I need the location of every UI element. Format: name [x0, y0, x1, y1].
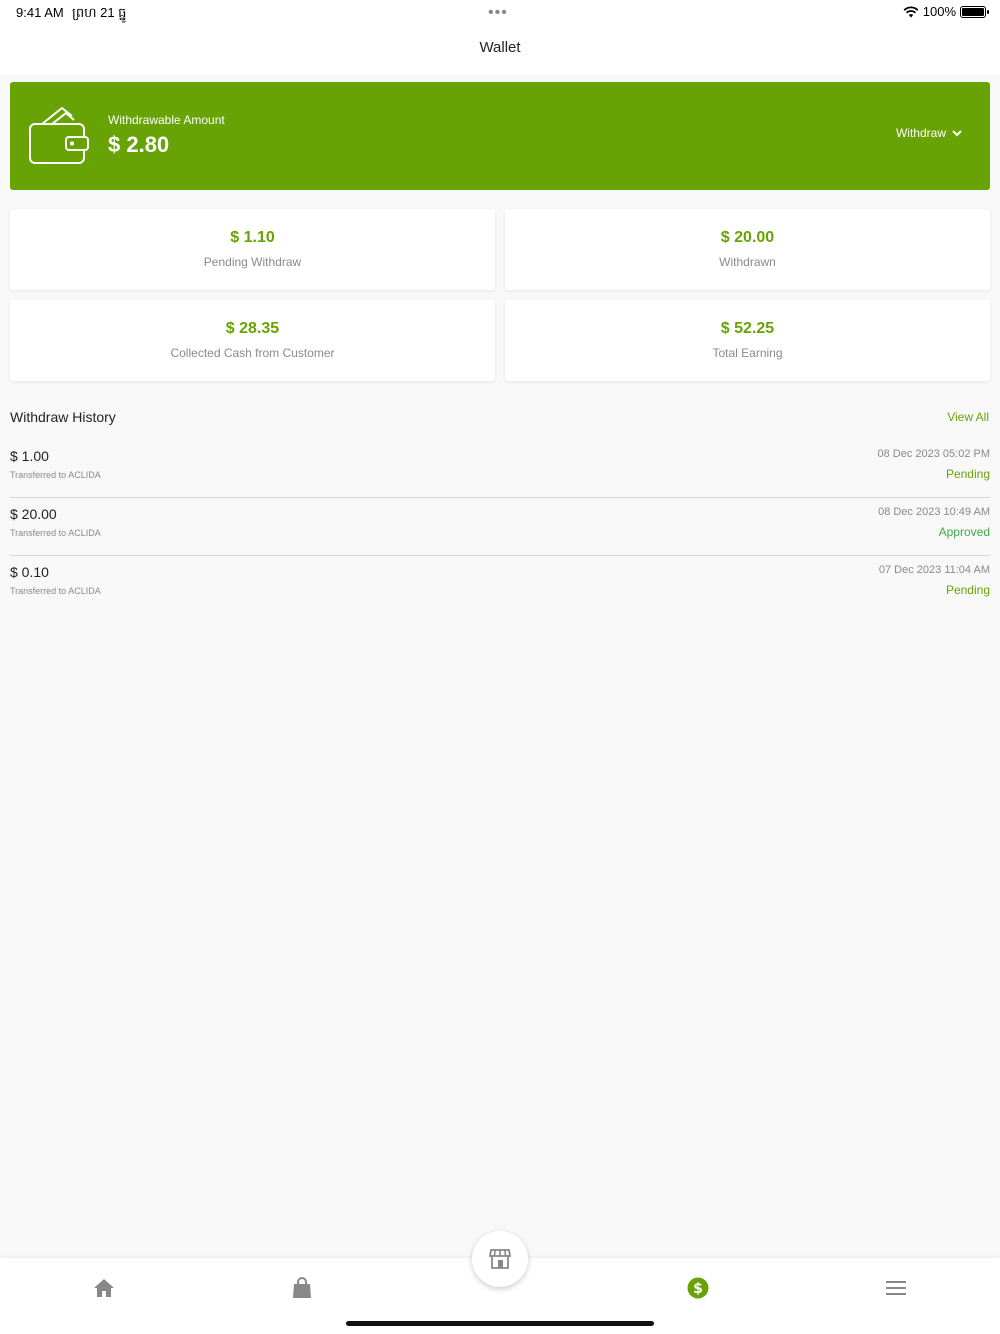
tab-home[interactable] — [90, 1274, 118, 1302]
history-date: 08 Dec 2023 05:02 PM — [877, 448, 990, 460]
stat-value: $ 28.35 — [225, 320, 280, 337]
tab-wallet[interactable]: $ — [684, 1274, 712, 1302]
withdraw-label: Withdraw — [895, 126, 946, 140]
chevron-down-icon — [952, 129, 962, 136]
history-date: 08 Dec 2023 10:49 AM — [878, 506, 990, 518]
stat-caption: Withdrawn — [719, 255, 776, 269]
wallet-icon — [29, 107, 89, 164]
withdrawable-card: Withdrawable Amount $ 2.80 Withdraw — [10, 82, 990, 190]
stat-caption: Total Earning — [712, 346, 783, 360]
stat-card-withdrawn: $ 20.00 Withdrawn — [505, 209, 990, 290]
history-row[interactable]: $ 1.00 Transferred to ACLIDA 08 Dec 2023… — [10, 441, 990, 498]
battery-percent: 100% — [922, 4, 956, 19]
history-status: Pending — [945, 583, 990, 597]
history-status: Pending — [945, 467, 990, 481]
tab-menu[interactable] — [882, 1274, 910, 1302]
view-all-link[interactable]: View All — [947, 410, 989, 424]
stat-value: $ 52.25 — [720, 320, 775, 337]
dollar-icon: $ — [687, 1277, 709, 1299]
svg-text:$: $ — [693, 1281, 703, 1297]
stat-value: $ 20.00 — [720, 229, 775, 246]
store-button[interactable] — [472, 1231, 528, 1287]
history-amount: $ 0.10 — [10, 564, 49, 580]
withdrawable-label: Withdrawable Amount — [108, 113, 225, 127]
nav-header: Wallet — [0, 26, 1000, 74]
store-icon — [489, 1249, 511, 1269]
page-title: Wallet — [479, 39, 521, 56]
home-icon — [94, 1279, 114, 1297]
stat-value: $ 1.10 — [230, 229, 275, 246]
home-indicator — [346, 1321, 654, 1326]
stat-caption: Pending Withdraw — [203, 255, 302, 269]
multitask-dots-icon[interactable]: ••• — [488, 4, 508, 22]
stat-card-pending-withdraw: $ 1.10 Pending Withdraw — [10, 209, 495, 290]
history-title: Withdraw History — [10, 409, 116, 425]
history-amount: $ 1.00 — [10, 448, 49, 464]
history-row[interactable]: $ 0.10 Transferred to ACLIDA 07 Dec 2023… — [10, 557, 990, 614]
status-bar: 9:41 AM ព្រហ 21 ធ្នូ ••• 100% — [0, 0, 1000, 26]
stat-caption: Collected Cash from Customer — [170, 346, 335, 360]
history-date: 07 Dec 2023 11:04 AM — [878, 564, 990, 576]
shopping-bag-icon — [293, 1277, 311, 1298]
withdraw-button[interactable]: Withdraw — [896, 126, 962, 140]
menu-icon — [886, 1281, 906, 1295]
history-status: Approved — [938, 525, 990, 539]
tab-orders[interactable] — [288, 1274, 316, 1302]
history-desc: Transferred to ACLIDA — [10, 470, 101, 480]
stat-card-total-earning: $ 52.25 Total Earning — [505, 300, 990, 381]
wifi-icon — [903, 5, 919, 17]
history-row[interactable]: $ 20.00 Transferred to ACLIDA 08 Dec 202… — [10, 499, 990, 556]
status-time: 9:41 AM — [16, 5, 64, 20]
history-desc: Transferred to ACLIDA — [10, 528, 101, 538]
history-desc: Transferred to ACLIDA — [10, 586, 101, 596]
status-date: ព្រហ 21 ធ្នូ — [72, 5, 127, 20]
withdrawable-amount: $ 2.80 — [108, 132, 170, 157]
stat-card-collected-cash: $ 28.35 Collected Cash from Customer — [10, 300, 495, 381]
history-amount: $ 20.00 — [10, 506, 57, 522]
battery-icon — [960, 5, 989, 18]
